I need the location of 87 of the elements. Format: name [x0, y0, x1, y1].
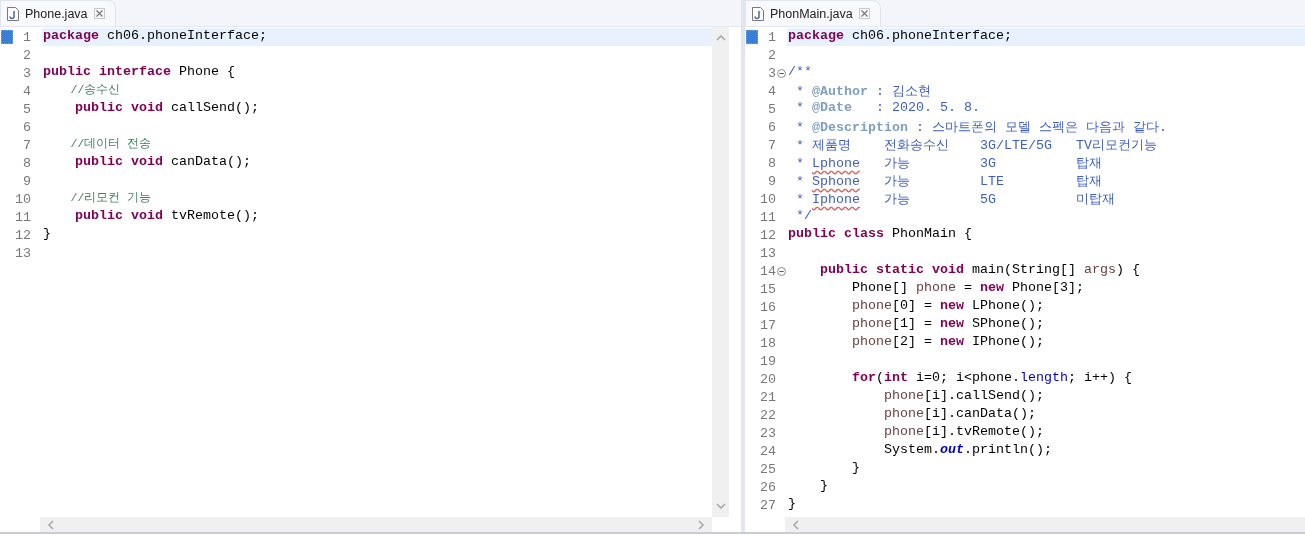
line-number: 7 [767, 137, 776, 153]
line-number: 20 [759, 371, 776, 387]
line-number: 12 [14, 227, 31, 243]
line-number: 2 [22, 47, 31, 63]
line-number: 1 [767, 29, 776, 45]
code-line: phone[i].tvRemote(); [882, 424, 1045, 441]
line-number: 11 [759, 209, 776, 225]
code-line: */ [795, 208, 813, 225]
line-number: 8 [767, 155, 776, 171]
code-line: //송수신 [69, 82, 122, 98]
code-line: } [787, 496, 797, 513]
code-line: * @Author : 김소현 [795, 83, 932, 100]
line-number: 6 [767, 119, 776, 135]
line-number: 22 [759, 407, 776, 423]
line-number: 15 [759, 281, 776, 297]
line-number: 11 [14, 209, 31, 225]
scroll-down-icon[interactable] [715, 501, 726, 511]
code-line: Phone[] phone = new Phone[3]; [851, 280, 1085, 297]
code-line: } [42, 226, 52, 243]
line-number: 14 [759, 263, 776, 279]
line-number: 1 [22, 29, 31, 45]
code-line: * Sphone 가능 LTE 탑재 [795, 173, 1103, 190]
code-line: public void tvRemote(); [74, 208, 260, 225]
code-line: System.out.println(); [882, 442, 1053, 459]
line-number: 10 [14, 191, 31, 207]
line-number: 3 [767, 65, 776, 81]
code-line: } [819, 478, 829, 495]
line-number: 26 [759, 479, 776, 495]
code-line: public void canData(); [74, 154, 252, 171]
code-line: * Lphone 가능 3G 탑재 [795, 155, 1103, 172]
collapse-icon[interactable] [777, 266, 786, 276]
editor-tab[interactable]: Phone.java [0, 0, 116, 26]
line-number: 9 [767, 173, 776, 189]
code-line: * Iphone 가능 5G 미탑재 [795, 191, 1116, 208]
code-line: public static void main(String[] args) { [819, 262, 1141, 279]
code-line: public interface Phone { [42, 64, 236, 81]
line-number: 4 [22, 83, 31, 99]
code-line: /** [787, 64, 813, 81]
line-number: 4 [767, 83, 776, 99]
line-number: 19 [759, 353, 776, 369]
scroll-left-icon[interactable] [46, 519, 56, 530]
line-number: 5 [22, 101, 31, 117]
file-icon [752, 6, 764, 21]
code-line: public void callSend(); [74, 100, 260, 117]
close-icon[interactable] [858, 8, 870, 19]
code-line: phone[2] = new IPhone(); [851, 334, 1045, 351]
horizontal-scrollbar[interactable] [785, 517, 1305, 532]
horizontal-scrollbar[interactable] [40, 517, 712, 532]
code-line: public class PhonMain { [787, 226, 973, 243]
line-number: 2 [767, 47, 776, 63]
line-number: 8 [22, 155, 31, 171]
line-number: 18 [759, 335, 776, 351]
line-number: 9 [22, 173, 31, 189]
close-icon[interactable] [93, 8, 105, 19]
line-number: 13 [759, 245, 776, 261]
line-number: 6 [22, 119, 31, 135]
line-number: 25 [759, 461, 776, 477]
line-number: 17 [759, 317, 776, 333]
code-line: * 제품명 전화송수신 3G/LTE/5G TV리모컨기능 [795, 137, 1158, 154]
line-number: 16 [759, 299, 776, 315]
code-line: //데이터 전송 [69, 136, 153, 152]
line-number: 21 [759, 389, 776, 405]
line-number: 7 [22, 137, 31, 153]
code-line: phone[1] = new SPhone(); [851, 316, 1045, 333]
code-line: phone[i].canData(); [882, 406, 1037, 423]
code-line: } [851, 460, 861, 477]
code-line: phone[0] = new LPhone(); [851, 298, 1045, 315]
line-number: 12 [759, 227, 776, 243]
scroll-left-icon[interactable] [791, 519, 801, 530]
line-number: 5 [767, 101, 776, 117]
line-number: 13 [14, 245, 31, 261]
code-line: for(int i=0; i<phone.length; i++) { [851, 370, 1133, 387]
code-line: * @Description : 스마트폰의 모델 스펙은 다음과 같다. [795, 119, 1168, 136]
line-number: 10 [759, 191, 776, 207]
code-line: phone[i].callSend(); [882, 388, 1045, 405]
vertical-scrollbar[interactable] [712, 27, 729, 517]
scroll-right-icon[interactable] [696, 519, 706, 530]
line-number: 3 [22, 65, 31, 81]
line-number: 27 [759, 497, 776, 513]
editor-tab[interactable]: PhonMain.java [745, 0, 881, 26]
code-line: * @Date : 2020. 5. 8. [795, 100, 981, 117]
file-icon [7, 6, 19, 21]
line-number: 23 [759, 425, 776, 441]
line-number: 24 [759, 443, 776, 459]
scroll-up-icon[interactable] [715, 33, 726, 43]
code-line: //리모컨 기능 [69, 190, 153, 206]
collapse-icon[interactable] [777, 68, 786, 78]
